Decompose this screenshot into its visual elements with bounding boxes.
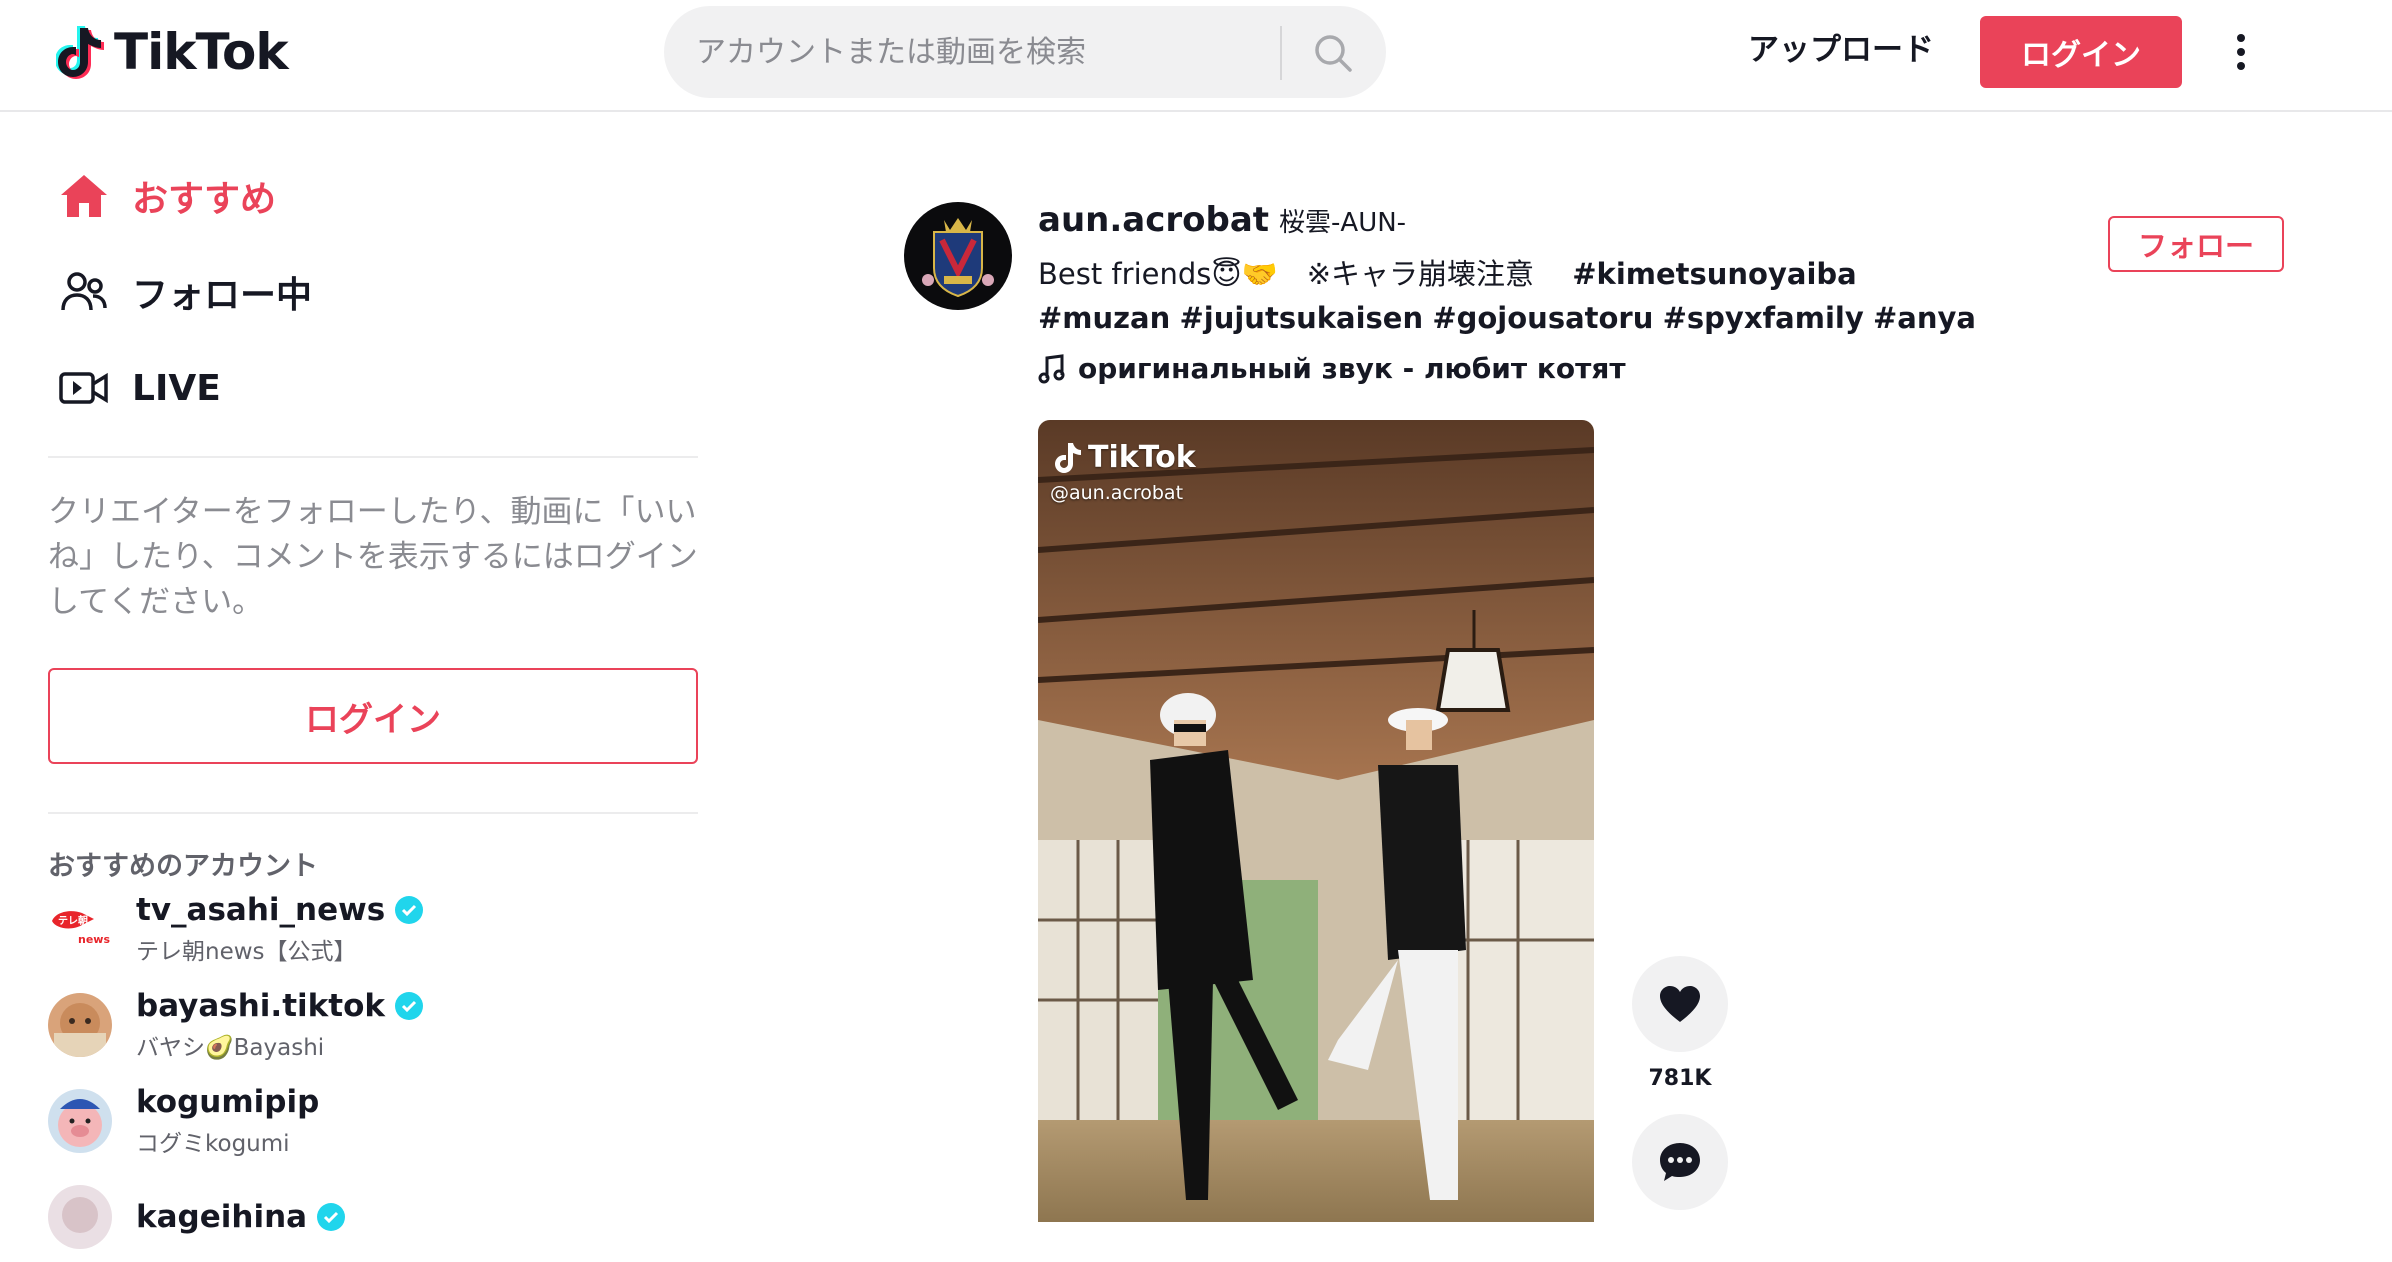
music-link[interactable]: оригинальный звук - любит котят xyxy=(1038,352,1978,385)
tiktok-note-icon xyxy=(1055,442,1081,473)
tiktok-logo-icon xyxy=(56,26,104,79)
verified-badge-icon xyxy=(317,1203,346,1231)
suggested-account[interactable]: テレ朝 news tv_asahi_news テレ朝news【公式】 xyxy=(48,884,698,974)
home-icon xyxy=(56,168,112,224)
video-frame xyxy=(1038,420,1594,1222)
comment-icon xyxy=(1660,1143,1700,1181)
nav-following[interactable]: フォロー中 xyxy=(56,252,312,332)
search-button[interactable] xyxy=(1304,24,1362,82)
sidebar-divider xyxy=(48,456,698,458)
users-icon xyxy=(56,264,112,320)
account-name: tv_asahi_news xyxy=(136,892,386,928)
account-nickname: コグミkogumi xyxy=(136,1131,290,1157)
watermark-text: TikTok xyxy=(1088,440,1196,475)
sidebar: おすすめ フォロー中 LIVE クリエイターをフォローしたり、動画に「いいね」し… xyxy=(48,112,698,1249)
nav-label: フォロー中 xyxy=(132,275,313,316)
author-username[interactable]: aun.acrobat xyxy=(1038,200,1269,240)
comment-button[interactable] xyxy=(1632,1114,1728,1210)
account-nickname: テレ朝news【公式】 xyxy=(136,939,357,965)
suggested-account[interactable]: kageihina xyxy=(48,1172,698,1262)
account-nickname: バヤシ🥑Bayashi xyxy=(136,1035,325,1061)
top-bar: TikTok アップロード ログイン xyxy=(0,0,2392,112)
live-camera-icon xyxy=(56,360,112,416)
post-caption: Best friends😇🤝 ※キャラ崩壊注意 #kimetsunoyaiba … xyxy=(1038,252,1978,340)
logo-text: TikTok xyxy=(114,23,289,81)
post-author-avatar[interactable] xyxy=(904,202,1012,310)
sidebar-login-button[interactable]: ログイン xyxy=(48,668,698,764)
login-hint-text: クリエイターをフォローしたり、動画に「いいね」したり、コメントを表示するにはログ… xyxy=(48,494,698,620)
hashtag-link[interactable]: #muzan xyxy=(1038,301,1170,335)
tiktok-logo[interactable]: TikTok xyxy=(56,20,289,84)
music-title: оригинальный звук - любит котят xyxy=(1078,352,1626,385)
header-login-button[interactable]: ログイン xyxy=(1980,16,2182,88)
like-count: 781K xyxy=(1648,1066,1712,1091)
watermark-handle: @aun.acrobat xyxy=(1050,482,1184,504)
search-input[interactable] xyxy=(696,34,1266,70)
caption-text: Best friends😇🤝 ※キャラ崩壊注意 xyxy=(1038,257,1564,291)
heart-icon xyxy=(1660,986,1700,1022)
account-name: kogumipip xyxy=(136,1084,320,1120)
suggested-account[interactable]: kogumipip コグミkogumi xyxy=(48,1076,698,1166)
search-bar xyxy=(664,6,1386,98)
search-divider xyxy=(1280,26,1282,80)
verified-badge-icon xyxy=(395,896,424,924)
hashtag-link[interactable]: #spyxfamily xyxy=(1663,301,1864,335)
video-player[interactable]: TikTok @aun.acrobat xyxy=(1038,420,1594,1222)
suggested-account[interactable]: bayashi.tiktok バヤシ🥑Bayashi xyxy=(48,980,698,1070)
suggested-accounts-title: おすすめのアカウント xyxy=(48,851,318,882)
svg-text:news: news xyxy=(78,933,110,946)
avatar xyxy=(48,1185,112,1249)
like-button[interactable] xyxy=(1632,956,1728,1052)
hashtag-link[interactable]: #jujutsukaisen xyxy=(1179,301,1423,335)
post-author: aun.acrobat 桜雲-AUN- xyxy=(1038,200,1978,240)
avatar xyxy=(48,993,112,1057)
nav-for-you[interactable]: おすすめ xyxy=(56,156,276,236)
svg-text:テレ朝: テレ朝 xyxy=(58,914,88,927)
music-note-icon xyxy=(1038,353,1065,383)
follow-button[interactable]: フォロー xyxy=(2108,216,2284,272)
nav-label: LIVE xyxy=(132,367,221,409)
account-name: bayashi.tiktok xyxy=(136,988,385,1024)
nav-label: おすすめ xyxy=(132,179,277,220)
more-menu-icon[interactable] xyxy=(2226,24,2256,80)
avatar xyxy=(48,1089,112,1153)
verified-badge-icon xyxy=(395,992,423,1020)
hashtag-link[interactable]: #kimetsunoyaiba xyxy=(1572,257,1857,291)
upload-link[interactable]: アップロード xyxy=(1748,22,1934,78)
search-icon xyxy=(1315,35,1352,72)
author-nickname: 桜雲-AUN- xyxy=(1279,208,1407,238)
account-name: kageihina xyxy=(136,1199,308,1235)
post-header: aun.acrobat 桜雲-AUN- Best friends😇🤝 ※キャラ崩… xyxy=(1038,200,1978,385)
nav-live[interactable]: LIVE xyxy=(56,348,221,428)
hashtag-link[interactable]: #gojousatoru xyxy=(1432,301,1653,335)
hashtag-link[interactable]: #anya xyxy=(1873,301,1976,335)
video-watermark: TikTok xyxy=(1054,440,1196,475)
avatar: テレ朝 news xyxy=(48,897,112,961)
sidebar-divider xyxy=(48,812,698,814)
